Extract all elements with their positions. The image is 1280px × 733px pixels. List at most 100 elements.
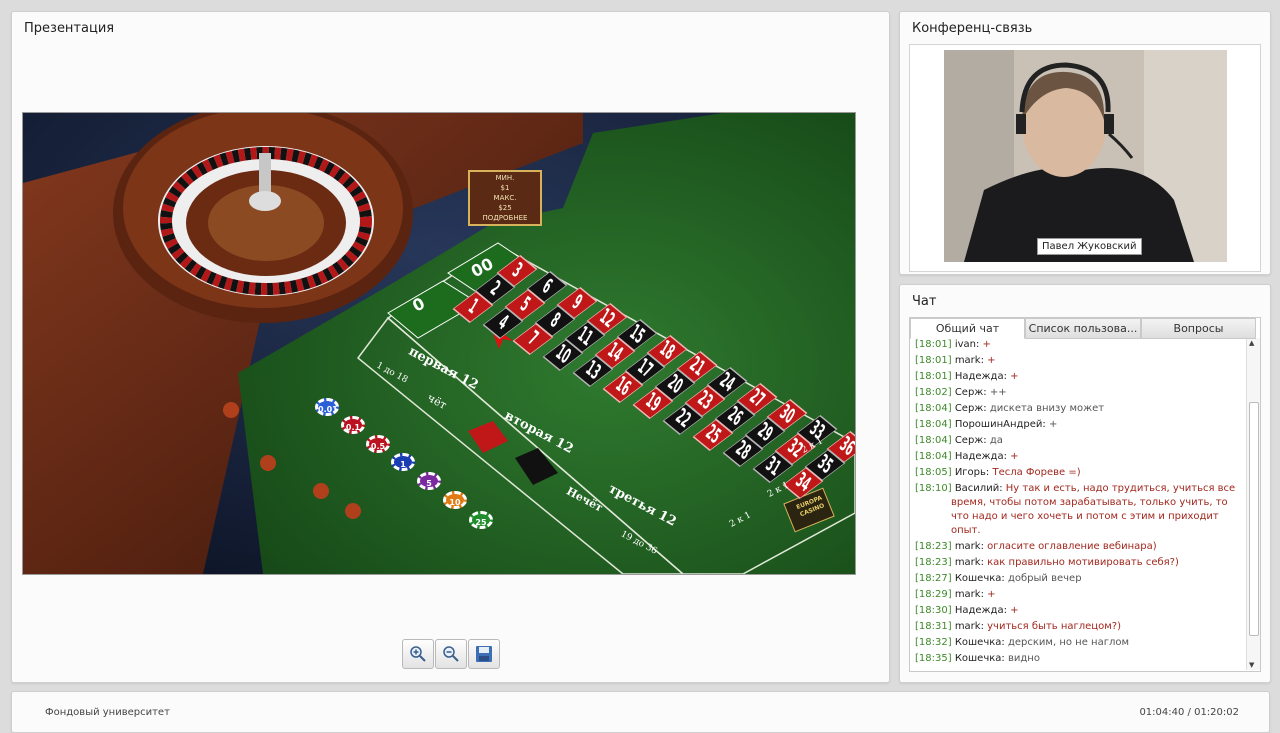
scroll-up-icon[interactable]: ▲ [1249,339,1254,347]
chat-message: [18:01] Надежда: + [915,370,1243,384]
message-text: + [1010,605,1019,616]
chip-5: 5 [417,472,441,490]
message-author: mark: [954,621,984,632]
chat-message: [18:04] Серж: дискета внизу может [915,402,1243,416]
message-time: [18:01] [915,355,952,366]
message-time: [18:04] [915,403,952,414]
message-author: Серж: [954,435,987,446]
chat-message: [18:23] mark: как правильно мотивировать… [915,556,1243,570]
chip-10: 10 [443,491,467,509]
chat-message: [18:31] mark: учиться быть наглецом?) [915,620,1243,634]
message-time: [18:23] [915,541,952,552]
message-text: учиться быть наглецом?) [987,621,1121,632]
message-time: [18:02] [915,387,952,398]
limits-plaque: МИН. $1 МАКС. $25 ПОДРОБНЕЕ [471,173,539,223]
tab-user-list[interactable]: Список пользова... [1025,318,1141,339]
message-time: [18:23] [915,557,952,568]
message-author: ПорошинАндрей: [954,419,1046,430]
chip-0-5: 0.5 [366,435,390,453]
chat-message: [18:04] ПорошинАндрей: + [915,418,1243,432]
message-time: [18:30] [915,605,952,616]
message-author: Игорь: [954,467,990,478]
chat-message: [18:32] Кошечка: дерским, но не наглом [915,636,1243,650]
message-text: дерским, но не наглом [1007,637,1129,648]
chat-message: [18:23] mark: огласите оглавление вебина… [915,540,1243,554]
message-text: добрый вечер [1007,573,1082,584]
presentation-slide: МИН. $1 МАКС. $25 ПОДРОБНЕЕ 0 00 3216549… [22,112,856,575]
speaker-video-image [944,50,1227,262]
message-author: mark: [954,355,984,366]
organization-name: Фондовый университет [45,707,170,718]
message-text: дискета внизу может [989,403,1105,414]
message-time: [18:04] [915,451,952,462]
scroll-thumb[interactable] [1249,402,1259,636]
chat-message: [18:10] Василий: Ну так и есть, надо тру… [915,482,1243,538]
message-text: да [989,435,1003,446]
zoom-out-icon [443,646,459,662]
message-time: [18:27] [915,573,952,584]
message-time: [18:01] [915,339,952,350]
message-author: Кошечка: [954,573,1005,584]
webcam-video[interactable]: Павел Жуковский [944,50,1227,262]
message-text: + [987,355,996,366]
scroll-down-icon[interactable]: ▼ [1249,661,1254,669]
chip-0-1: 0.1 [341,416,365,434]
message-text: огласите оглавление вебинара) [987,541,1157,552]
conference-title: Конференц-связь [912,21,1033,36]
message-text: ++ [989,387,1007,398]
zoom-out-button[interactable] [435,639,467,669]
zoom-in-icon [410,646,426,662]
message-time: [18:10] [915,483,952,494]
message-time: [18:32] [915,637,952,648]
chat-title: Чат [912,294,937,309]
message-author: Василий: [954,483,1003,494]
message-time: [18:31] [915,621,952,632]
message-author: ivan: [954,339,980,350]
chat-panel: Чат [18:01] ivan: + [18:01] mark: + [18:01… [899,284,1271,683]
roulette-table-image [23,113,855,574]
message-author: mark: [954,557,984,568]
presentation-title: Презентация [24,21,115,36]
save-button[interactable] [468,639,500,669]
zoom-in-button[interactable] [402,639,434,669]
message-text: видно [1007,653,1040,664]
message-author: Серж: [954,403,987,414]
message-author: Надежда: [954,451,1007,462]
chat-message: [18:27] Кошечка: добрый вечер [915,572,1243,586]
message-text: + [982,339,991,350]
tab-questions[interactable]: Вопросы [1141,318,1256,339]
message-text: + [1010,371,1019,382]
message-text: + [1048,419,1058,430]
chat-message: [18:01] mark: + [915,354,1243,368]
message-author: Надежда: [954,605,1007,616]
chip-0-01: 0.01 [315,398,339,416]
chat-message: [18:29] mark: + [915,588,1243,602]
chat-message: [18:02] Серж: ++ [915,386,1243,400]
chip-1: 1 [391,453,415,471]
tab-general-chat[interactable]: Общий чат [910,318,1025,339]
message-author: Надежда: [954,371,1007,382]
message-author: Кошечка: [954,653,1005,664]
message-time: [18:04] [915,435,952,446]
message-time: [18:35] [915,653,952,664]
speaker-name: Павел Жуковский [1037,238,1142,255]
message-author: Кошечка: [954,637,1005,648]
limits-more-link: ПОДРОБНЕЕ [482,214,528,222]
message-author: mark: [954,589,984,600]
limits-max-label: МАКС. [493,194,517,202]
message-time: [18:29] [915,589,952,600]
chat-message: [18:01] ivan: + [915,338,1243,352]
chat-scrollbar[interactable]: ▲ ▼ [1246,338,1260,670]
message-author: Серж: [954,387,987,398]
message-text: + [1010,451,1019,462]
chat-message: [18:04] Надежда: + [915,450,1243,464]
limits-max-value: $25 [498,204,512,212]
save-icon [476,646,492,662]
chip-25: 25 [469,511,493,529]
chat-message: [18:05] Игорь: Тесла Форевe =) [915,466,1243,480]
conference-panel: Конференц-связь Павел Жуковский [899,11,1271,275]
chat-messages-box: [18:01] ivan: + [18:01] mark: + [18:01] На… [909,317,1261,672]
limits-min-label: МИН. [495,174,515,182]
message-time: [18:01] [915,371,952,382]
message-time: [18:04] [915,419,952,430]
